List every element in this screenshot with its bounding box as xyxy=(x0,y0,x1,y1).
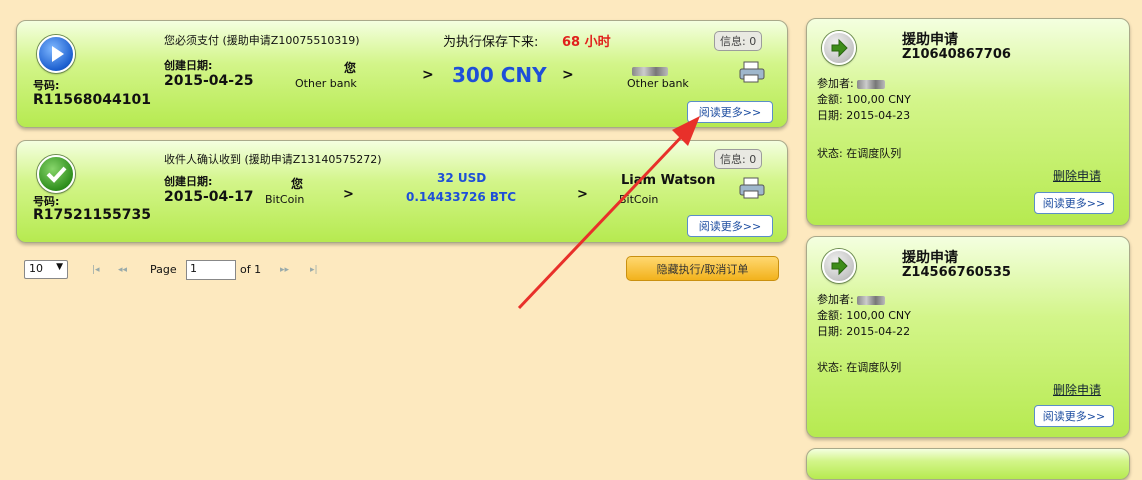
annotation-arrow xyxy=(517,116,700,310)
